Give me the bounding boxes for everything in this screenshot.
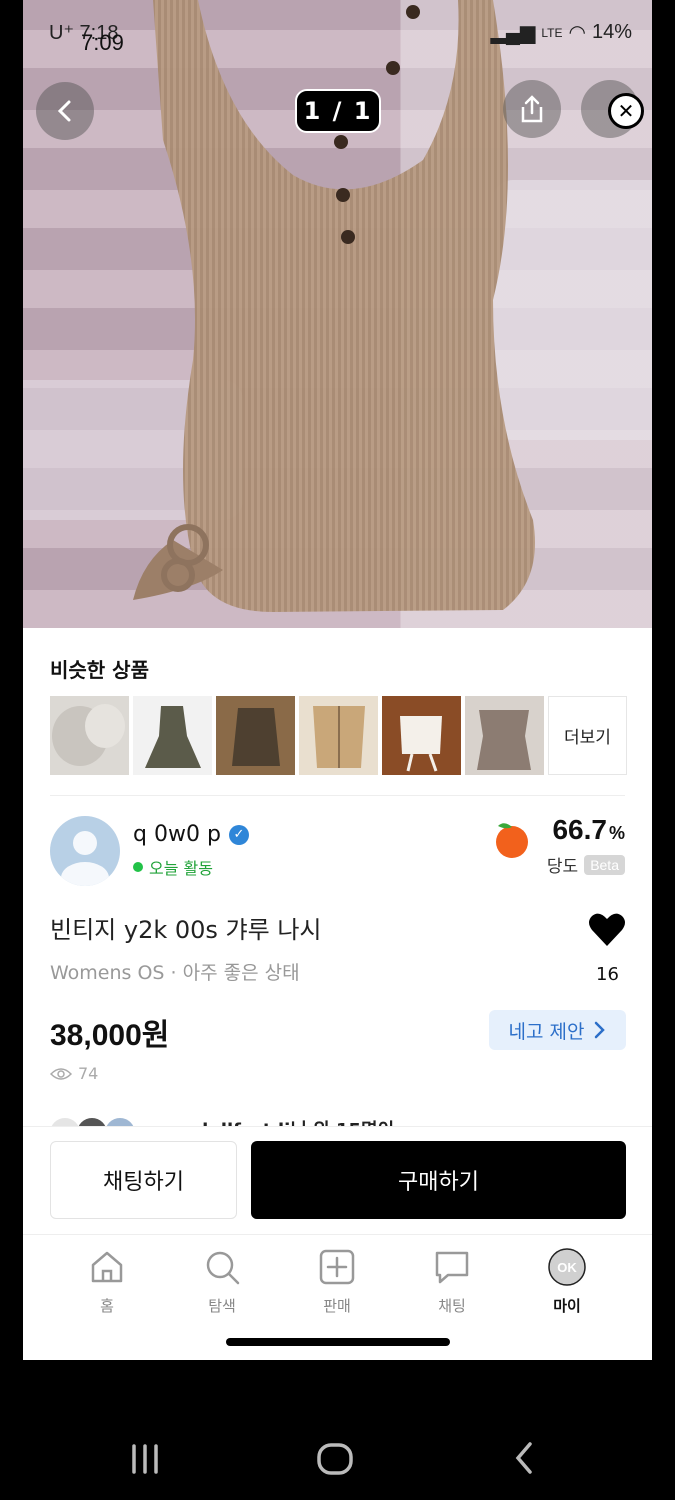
- avatar-initials: OK: [557, 1260, 577, 1275]
- buy-button[interactable]: 구매하기: [251, 1141, 626, 1219]
- sweetness-score[interactable]: 66.7 % 당도 Beta: [547, 814, 625, 877]
- similar-item-thumb[interactable]: [50, 696, 129, 775]
- nav-my[interactable]: OK 마이: [527, 1247, 607, 1316]
- chevron-left-icon: [57, 100, 71, 122]
- eye-icon: [50, 1067, 72, 1080]
- thumb-image: [382, 696, 461, 775]
- more-similar-button[interactable]: 더보기: [548, 696, 627, 775]
- seller-avatar[interactable]: [50, 816, 120, 886]
- similar-item-thumb[interactable]: [133, 696, 212, 775]
- nav-home-label: 홈: [100, 1297, 114, 1315]
- divider: [50, 795, 625, 796]
- battery-level: 14%: [591, 21, 632, 43]
- score-label: 당도: [546, 857, 579, 877]
- seller-activity: 오늘 활동: [133, 855, 213, 879]
- view-count-text: 74: [78, 1064, 99, 1083]
- chevron-right-icon: [595, 1021, 606, 1039]
- recent-apps-icon[interactable]: [128, 1442, 162, 1476]
- activity-text: 오늘 활동: [149, 859, 213, 878]
- verified-badge-icon: ✓: [228, 824, 249, 845]
- nav-search-label: 탐색: [208, 1297, 236, 1315]
- seller-name-text: q 0w0 p: [133, 822, 221, 847]
- similar-item-thumb[interactable]: [299, 696, 378, 775]
- product-meta: Womens OS · 아주 좋은 상태: [50, 962, 300, 984]
- nav-my-label: 마이: [553, 1297, 581, 1315]
- chat-button[interactable]: 채팅하기: [50, 1141, 237, 1219]
- make-offer-button[interactable]: 네고 제안: [489, 1010, 626, 1050]
- thumb-image: [299, 696, 378, 775]
- chat-bubble-icon: [435, 1251, 469, 1284]
- score-unit: %: [608, 823, 625, 843]
- signal-icon: ▂▄▆: [490, 22, 536, 44]
- score-number: 66.7: [552, 814, 607, 845]
- bottom-nav: 홈 탐색 판매 채팅 OK 마이: [23, 1234, 652, 1360]
- product-title: 빈티지 y2k 00s 갸루 나시: [50, 916, 322, 944]
- product-price: 38,000원: [50, 1019, 170, 1052]
- nav-sell[interactable]: 판매: [297, 1247, 377, 1316]
- home-indicator[interactable]: [226, 1338, 450, 1346]
- product-photo[interactable]: U⁺ 7:18 7:09 ▂▄▆ LTE ◠ 14% 1 / 1 · ✕: [23, 0, 652, 628]
- seller-name[interactable]: q 0w0 p ✓: [133, 822, 249, 847]
- status-time: 7:09: [81, 30, 124, 55]
- thumb-image: [50, 696, 129, 775]
- back-system-icon[interactable]: [512, 1440, 536, 1476]
- score-label-row: 당도 Beta: [547, 852, 625, 877]
- image-counter: 1 / 1: [295, 89, 381, 133]
- back-button[interactable]: [36, 82, 94, 140]
- search-icon: [206, 1251, 240, 1285]
- active-dot-icon: [133, 862, 143, 872]
- heart-icon[interactable]: [587, 910, 627, 950]
- system-nav-bar: [0, 1420, 675, 1500]
- nav-chat-label: 채팅: [438, 1297, 466, 1315]
- default-avatar-icon: [61, 831, 109, 886]
- home-icon: [91, 1251, 123, 1283]
- similar-item-thumb[interactable]: [382, 696, 461, 775]
- orange-icon: [496, 823, 528, 858]
- home-system-icon[interactable]: [316, 1440, 354, 1478]
- share-button[interactable]: [503, 80, 561, 138]
- score-value: 66.7 %: [547, 814, 625, 846]
- status-right: ▂▄▆ LTE ◠ 14%: [490, 20, 632, 45]
- share-icon: [521, 95, 543, 123]
- plus-square-icon: [319, 1249, 355, 1285]
- thumb-image: [465, 696, 544, 775]
- app-frame: U⁺ 7:18 7:09 ▂▄▆ LTE ◠ 14% 1 / 1 · ✕ 비슷한…: [23, 0, 652, 1360]
- wifi-icon: ◠: [568, 22, 586, 44]
- similar-items-title: 비슷한 상품: [50, 658, 149, 682]
- action-bar: 채팅하기 구매하기: [23, 1126, 652, 1234]
- nav-sell-label: 판매: [323, 1297, 351, 1315]
- close-icon[interactable]: ✕: [608, 93, 644, 129]
- similar-items-row: 더보기: [50, 696, 627, 775]
- nav-home[interactable]: 홈: [67, 1247, 147, 1316]
- profile-avatar-icon: OK: [548, 1248, 586, 1286]
- beta-badge: Beta: [584, 854, 625, 875]
- network-type: LTE: [541, 25, 563, 40]
- nav-chat[interactable]: 채팅: [412, 1247, 492, 1316]
- view-count: 74: [50, 1064, 98, 1083]
- like-count: 16: [596, 964, 619, 985]
- thumb-image: [133, 696, 212, 775]
- similar-item-thumb[interactable]: [465, 696, 544, 775]
- thumb-image: [216, 696, 295, 775]
- nav-search[interactable]: 탐색: [182, 1247, 262, 1316]
- similar-item-thumb[interactable]: [216, 696, 295, 775]
- offer-label: 네고 제안: [508, 1020, 585, 1043]
